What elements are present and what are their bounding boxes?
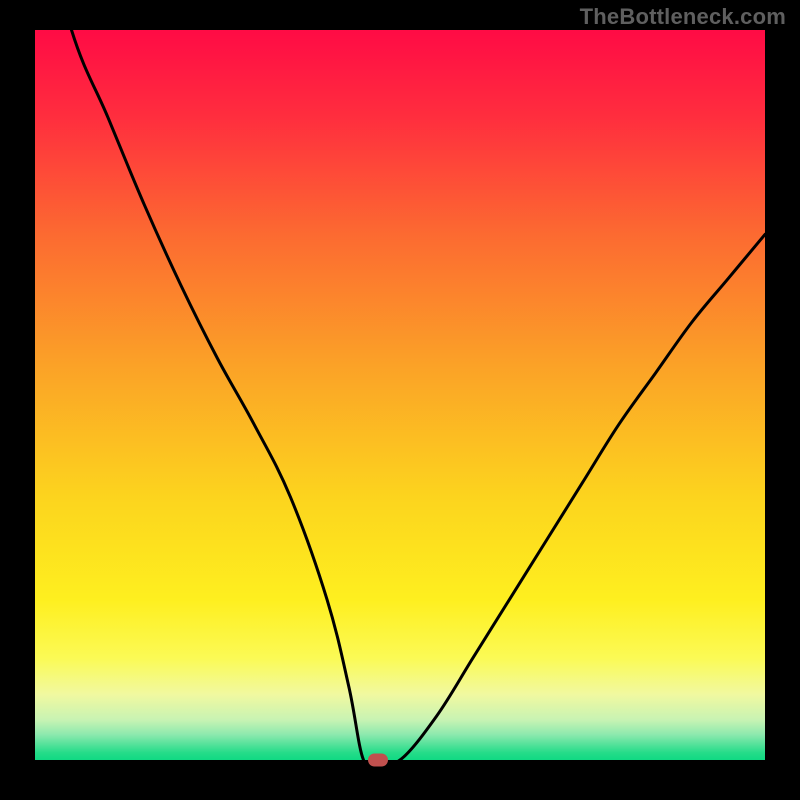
attribution-label: TheBottleneck.com <box>580 4 786 30</box>
optimal-marker <box>368 754 388 767</box>
chart-frame: TheBottleneck.com <box>0 0 800 800</box>
chart-svg <box>35 30 765 760</box>
gradient-background <box>35 30 765 760</box>
plot-area <box>35 30 765 760</box>
